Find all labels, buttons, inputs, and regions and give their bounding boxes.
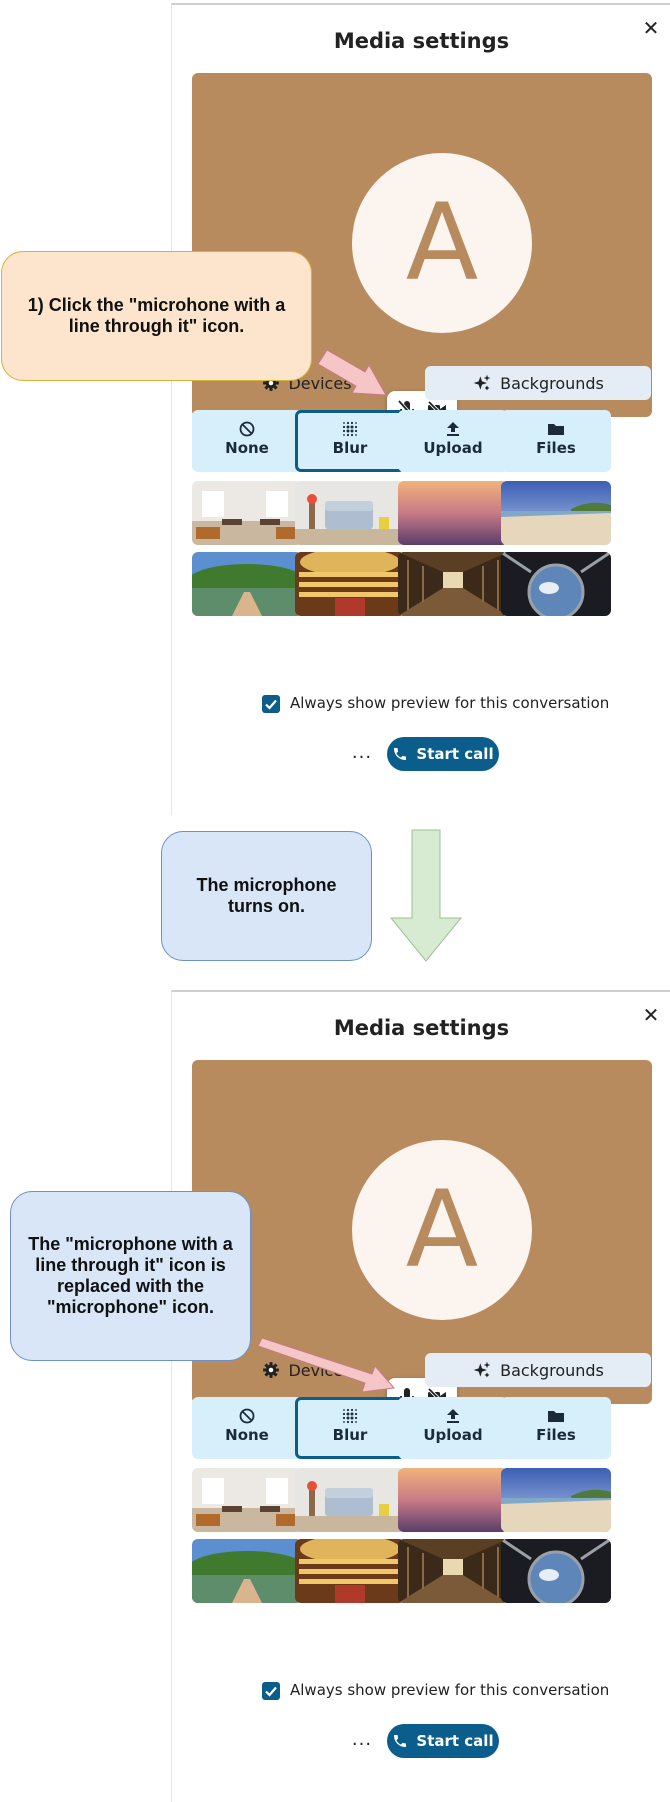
background-thumbnail-theater[interactable]	[295, 552, 405, 616]
tab-devices-label: Devices	[288, 1360, 352, 1380]
avatar: A	[352, 153, 532, 333]
sparkles-icon	[473, 374, 491, 391]
background-thumbnail-space-station[interactable]	[501, 552, 611, 616]
option-label: Files	[536, 1426, 576, 1444]
background-thumbnail-beach[interactable]	[501, 1468, 611, 1532]
sparkles-icon	[473, 1361, 491, 1378]
background-thumbnail-sunset[interactable]	[398, 481, 508, 545]
tab-backgrounds-label: Backgrounds	[500, 1360, 604, 1380]
background-upload-button[interactable]: Upload	[398, 410, 508, 472]
background-thumbnail-office[interactable]	[192, 481, 302, 545]
callout-step1: 1) Click the "microhone with a line thro…	[1, 251, 312, 381]
background-thumbnail-sunset[interactable]	[398, 1468, 508, 1532]
background-blur-button[interactable]: Blur	[295, 1397, 405, 1459]
background-blur-button[interactable]: Blur	[295, 410, 405, 472]
option-label: Files	[536, 439, 576, 457]
always-show-preview-checkbox[interactable]	[262, 695, 280, 713]
option-label: None	[225, 439, 269, 457]
prohibited-icon	[239, 421, 255, 437]
phone-icon	[394, 748, 407, 760]
background-thumbnail-library[interactable]	[398, 1539, 508, 1603]
background-upload-button[interactable]: Upload	[398, 1397, 508, 1459]
background-thumbnail-living-room[interactable]	[295, 481, 405, 545]
blur-icon	[342, 421, 358, 437]
checkmark-icon	[265, 699, 277, 710]
dialog-title: Media settings	[333, 29, 510, 53]
option-label: Blur	[332, 1426, 368, 1444]
background-thumbnail-garden[interactable]	[192, 552, 302, 616]
background-thumbnail-office[interactable]	[192, 1468, 302, 1532]
dialog-title: Media settings	[333, 1016, 510, 1040]
start-call-label: Start call	[416, 1732, 494, 1750]
background-none-button[interactable]: None	[192, 1397, 302, 1459]
checkmark-icon	[265, 1686, 277, 1697]
more-options-button[interactable]: ...	[349, 1731, 375, 1754]
background-thumbnail-theater[interactable]	[295, 1539, 405, 1603]
always-show-preview-checkbox[interactable]	[262, 1682, 280, 1700]
callout-result: The microphone turns on.	[161, 831, 372, 961]
flow-arrow-down	[389, 829, 463, 962]
start-call-button[interactable]: Start call	[387, 737, 499, 771]
always-show-preview-label[interactable]: Always show preview for this conversatio…	[290, 694, 609, 712]
blur-icon	[342, 1408, 358, 1424]
media-settings-dialog-after: ✕ Media settings A Devices Backgrounds N…	[171, 990, 670, 1802]
more-options-button[interactable]: ...	[349, 744, 375, 767]
tab-backgrounds[interactable]: Backgrounds	[425, 366, 651, 400]
background-files-button[interactable]: Files	[501, 410, 611, 472]
option-label: Blur	[332, 439, 368, 457]
always-show-preview-label[interactable]: Always show preview for this conversatio…	[290, 1681, 609, 1699]
background-thumbnail-library[interactable]	[398, 552, 508, 616]
option-label: None	[225, 1426, 269, 1444]
background-thumbnail-beach[interactable]	[501, 481, 611, 545]
folder-icon	[548, 1411, 564, 1422]
media-settings-dialog-before: ✕ Media settings A Devices Backgrounds N…	[171, 3, 670, 815]
tab-backgrounds-label: Backgrounds	[500, 373, 604, 393]
background-thumbnail-space-station[interactable]	[501, 1539, 611, 1603]
option-label: Upload	[423, 439, 483, 457]
gear-icon	[263, 1362, 280, 1378]
tab-backgrounds[interactable]: Backgrounds	[425, 1353, 651, 1387]
option-label: Upload	[423, 1426, 483, 1444]
upload-icon	[447, 1409, 459, 1423]
prohibited-icon	[239, 1408, 255, 1424]
avatar: A	[352, 1140, 532, 1320]
upload-icon	[447, 422, 459, 436]
phone-icon	[394, 1735, 407, 1747]
background-thumbnail-garden[interactable]	[192, 1539, 302, 1603]
folder-icon	[548, 424, 564, 435]
callout-change: The "microphone with a line through it" …	[10, 1191, 251, 1361]
background-none-button[interactable]: None	[192, 410, 302, 472]
start-call-button[interactable]: Start call	[387, 1724, 499, 1758]
background-thumbnail-living-room[interactable]	[295, 1468, 405, 1532]
background-files-button[interactable]: Files	[501, 1397, 611, 1459]
start-call-label: Start call	[416, 745, 494, 763]
